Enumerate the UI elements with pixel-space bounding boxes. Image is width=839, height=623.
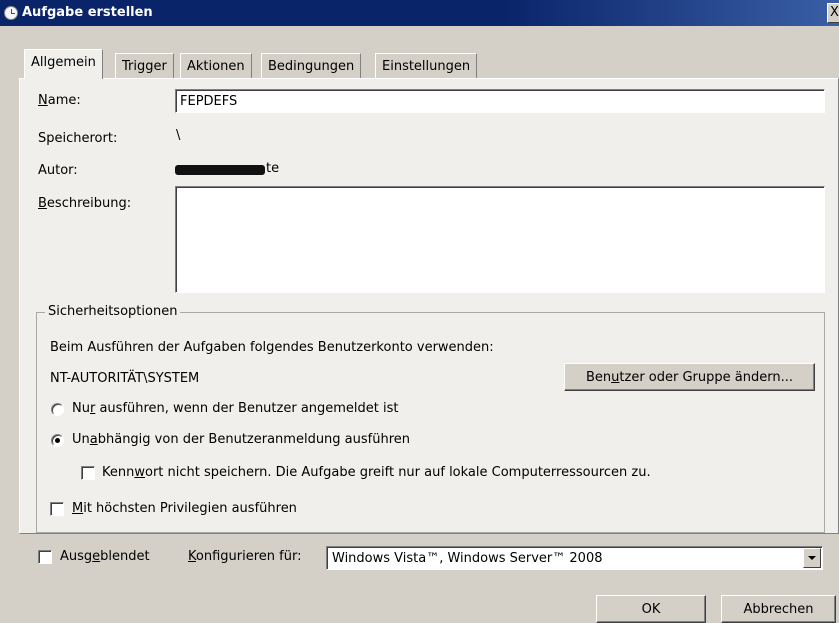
name-label: Name: xyxy=(38,93,81,108)
tab-allgemein[interactable]: Allgemein xyxy=(24,49,103,79)
configure-label: Konfigurieren für: xyxy=(188,549,302,564)
account-value: NT-AUTORITÄT\SYSTEM xyxy=(50,371,200,386)
no-password-checkbox[interactable] xyxy=(81,466,95,480)
radio-independent-label[interactable]: Unabhängig von der Benutzeranmeldung aus… xyxy=(72,432,410,447)
description-label: Beschreibung: xyxy=(38,196,132,211)
tab-einstellungen[interactable]: Einstellungen xyxy=(375,53,478,79)
configure-select[interactable]: Windows Vista™, Windows Server™ 2008 xyxy=(326,546,823,570)
title-bar: Aufgabe erstellen xyxy=(0,0,839,26)
tab-bedingungen[interactable]: Bedingungen xyxy=(261,53,362,79)
name-input[interactable] xyxy=(175,89,825,113)
location-value: \ xyxy=(176,128,181,143)
change-user-button[interactable]: Benutzer oder Gruppe ändern... xyxy=(564,363,815,391)
highest-privileges-label[interactable]: Mit höchsten Privilegien ausführen xyxy=(72,501,297,516)
highest-privileges-checkbox[interactable] xyxy=(50,502,64,516)
author-label: Autor: xyxy=(38,163,78,178)
security-options-title: Sicherheitsoptionen xyxy=(45,304,181,319)
tab-trigger[interactable]: Trigger xyxy=(115,53,174,79)
radio-logged-on-label[interactable]: Nur ausführen, wenn der Benutzer angemel… xyxy=(72,401,399,416)
account-prompt: Beim Ausführen der Aufgaben folgendes Be… xyxy=(50,340,494,355)
configure-selected-value: Windows Vista™, Windows Server™ 2008 xyxy=(332,551,603,566)
radio-independent[interactable] xyxy=(51,434,64,447)
chevron-down-icon[interactable] xyxy=(803,548,821,568)
hidden-label[interactable]: Ausgeblendet xyxy=(60,549,150,564)
task-scheduler-icon xyxy=(4,6,18,20)
tab-aktionen[interactable]: Aktionen xyxy=(180,53,252,79)
window-title: Aufgabe erstellen xyxy=(22,5,153,20)
no-password-label[interactable]: Kennwort nicht speichern. Die Aufgabe gr… xyxy=(102,465,651,480)
description-textarea[interactable] xyxy=(175,186,825,293)
author-redaction xyxy=(175,165,265,175)
radio-logged-on[interactable] xyxy=(51,403,64,416)
author-value: te xyxy=(266,161,280,176)
close-button[interactable]: X xyxy=(827,3,839,23)
location-label: Speicherort: xyxy=(38,131,118,146)
hidden-checkbox[interactable] xyxy=(38,550,52,564)
